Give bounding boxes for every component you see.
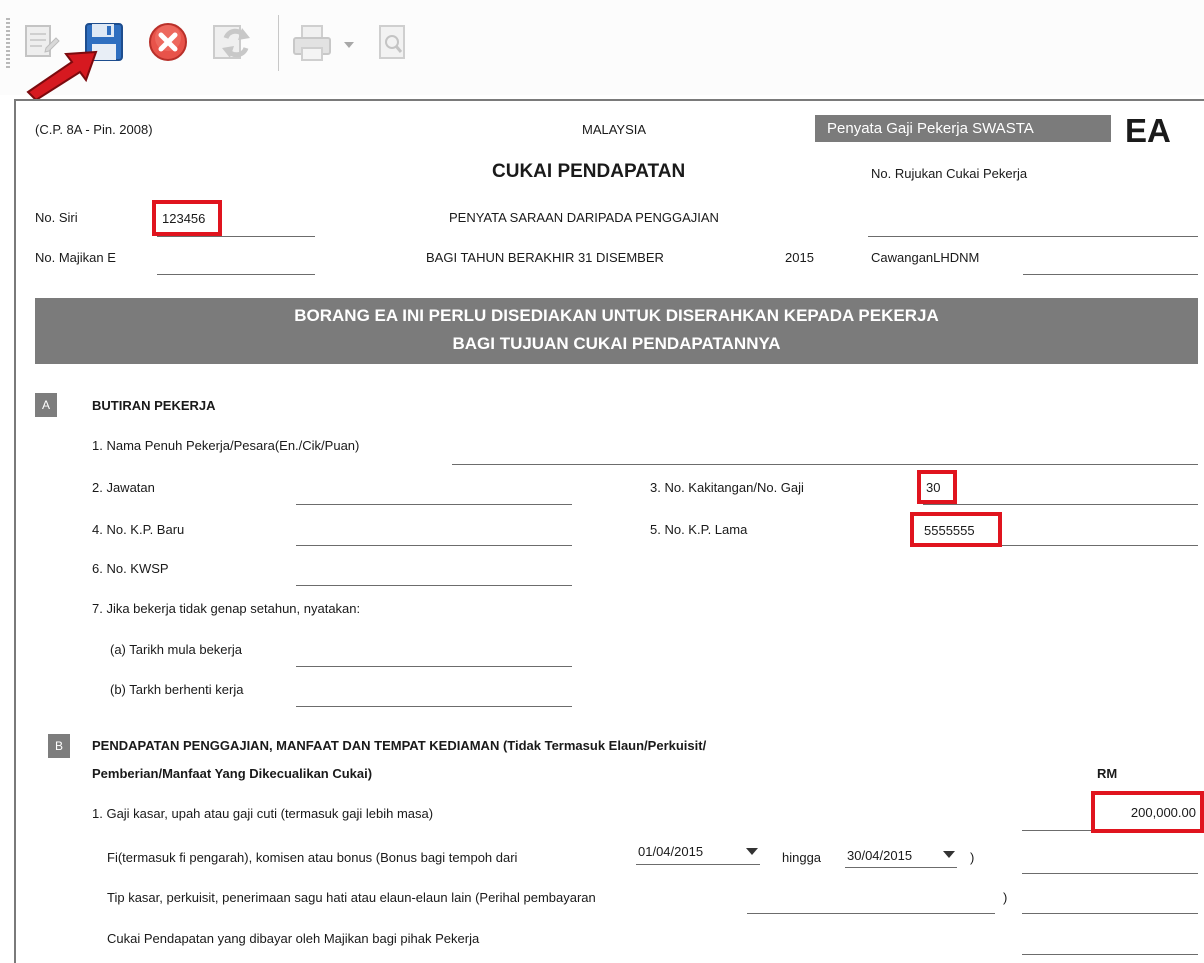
fees-close-paren: ) <box>970 850 975 865</box>
fees-to-dropdown[interactable]: 30/04/2015 <box>845 845 957 868</box>
print-dropdown-icon[interactable] <box>342 38 356 48</box>
old-ic-value: 5555555 <box>924 523 975 538</box>
year-value: 2015 <box>785 250 814 265</box>
banner-line-1: BORANG EA INI PERLU DISEDIAKAN UNTUK DIS… <box>294 306 939 325</box>
serial-label: No. Siri <box>35 210 78 225</box>
partial-year-label: 7. Jika bekerja tidak genap setahun, nya… <box>92 601 361 616</box>
tips-amount-field[interactable] <box>1022 913 1198 914</box>
fees-from-dropdown[interactable]: 01/04/2015 <box>636 842 760 865</box>
currency-header: RM <box>1097 766 1118 781</box>
old-ic-field[interactable]: 5555555 <box>910 512 1002 547</box>
chevron-down-icon <box>943 851 955 858</box>
toolbar-separator <box>278 15 279 71</box>
fees-to-label: hingga <box>782 850 822 865</box>
subtitle: PENYATA SARAAN DARIPADA PENGGAJIAN <box>449 210 719 225</box>
staff-no-value: 30 <box>926 480 941 495</box>
banner-line-2: BAGI TUJUAN CUKAI PENDAPATANNYA <box>452 334 781 353</box>
end-date-label: (b) Tarkh berhenti kerja <box>110 682 244 697</box>
new-ic-field[interactable] <box>296 545 572 546</box>
kwsp-field[interactable] <box>296 585 572 586</box>
tax-paid-label: Cukai Pendapatan yang dibayar oleh Majik… <box>107 931 480 946</box>
employer-no-label: No. Majikan E <box>35 250 116 265</box>
form-code: (C.P. 8A - Pin. 2008) <box>35 122 153 137</box>
end-date-field[interactable] <box>296 706 572 707</box>
start-date-label: (a) Tarikh mula bekerja <box>110 642 242 657</box>
full-name-label: 1. Nama Penuh Pekerja/Pesara(En./Cik/Pua… <box>92 438 360 453</box>
position-label: 2. Jawatan <box>92 480 155 495</box>
banner: BORANG EA INI PERLU DISEDIAKAN UNTUK DIS… <box>35 298 1198 364</box>
section-a-badge: A <box>35 393 57 417</box>
gross-salary-value: 200,000.00 <box>1130 805 1196 820</box>
kwsp-label: 6. No. KWSP <box>92 561 169 576</box>
section-a-title: BUTIRAN PEKERJA <box>92 398 216 413</box>
tips-label: Tip kasar, perkuisit, penerimaan sagu ha… <box>107 890 596 905</box>
full-name-field[interactable] <box>452 464 1198 465</box>
page-title: CUKAI PENDAPATAN <box>492 161 686 182</box>
preview-icon[interactable] <box>368 18 416 66</box>
toolbar <box>0 0 1204 100</box>
staff-no-label: 3. No. Kakitangan/No. Gaji <box>650 480 804 495</box>
branch-field[interactable] <box>1023 274 1198 275</box>
print-icon[interactable] <box>288 18 336 66</box>
tips-close-paren: ) <box>1003 890 1008 905</box>
new-ic-label: 4. No. K.P. Baru <box>92 522 185 537</box>
year-label: BAGI TAHUN BERAKHIR 31 DISEMBER <box>426 250 664 265</box>
start-date-field[interactable] <box>296 666 572 667</box>
toolbar-grip[interactable] <box>6 18 10 70</box>
section-b-title-line-2: Pemberian/Manfaat Yang Dikecualikan Cuka… <box>92 766 373 781</box>
fees-amount-field[interactable] <box>1022 873 1198 874</box>
branch-label: CawanganLHDNM <box>871 250 980 265</box>
tax-paid-field[interactable] <box>1022 954 1198 955</box>
gross-salary-field[interactable]: 200,000.00 <box>1091 791 1204 833</box>
refresh-icon[interactable] <box>206 18 254 66</box>
fees-to-value: 30/04/2015 <box>847 848 913 863</box>
form-type-label: Penyata Gaji Pekerja SWASTA <box>827 120 1034 137</box>
employer-no-field[interactable] <box>157 274 315 275</box>
fees-label: Fi(termasuk fi pengarah), komisen atau b… <box>107 850 518 865</box>
staff-no-field[interactable]: 30 <box>917 470 957 504</box>
staff-no-underline <box>923 504 1198 505</box>
employee-tax-ref-label: No. Rujukan Cukai Pekerja <box>871 166 1028 181</box>
annotation-arrow-icon <box>26 50 98 100</box>
position-field[interactable] <box>296 504 572 505</box>
serial-field[interactable]: 123456 <box>152 200 222 236</box>
section-b-badge: B <box>48 734 70 758</box>
form-id: EA <box>1125 112 1171 149</box>
employee-tax-ref-field[interactable] <box>868 236 1198 237</box>
gross-salary-label: 1. Gaji kasar, upah atau gaji cuti (term… <box>92 806 434 821</box>
tips-description-field[interactable] <box>747 913 995 914</box>
cancel-icon[interactable] <box>144 18 192 66</box>
chevron-down-icon <box>746 848 758 855</box>
fees-from-value: 01/04/2015 <box>638 844 704 859</box>
serial-value: 123456 <box>162 211 206 226</box>
country-label: MALAYSIA <box>582 122 647 137</box>
section-b-title-line-1: PENDAPATAN PENGGAJIAN, MANFAAT DAN TEMPA… <box>92 738 707 753</box>
serial-underline <box>157 236 315 237</box>
form-type-box: Penyata Gaji Pekerja SWASTA <box>815 115 1111 142</box>
old-ic-label: 5. No. K.P. Lama <box>650 522 748 537</box>
